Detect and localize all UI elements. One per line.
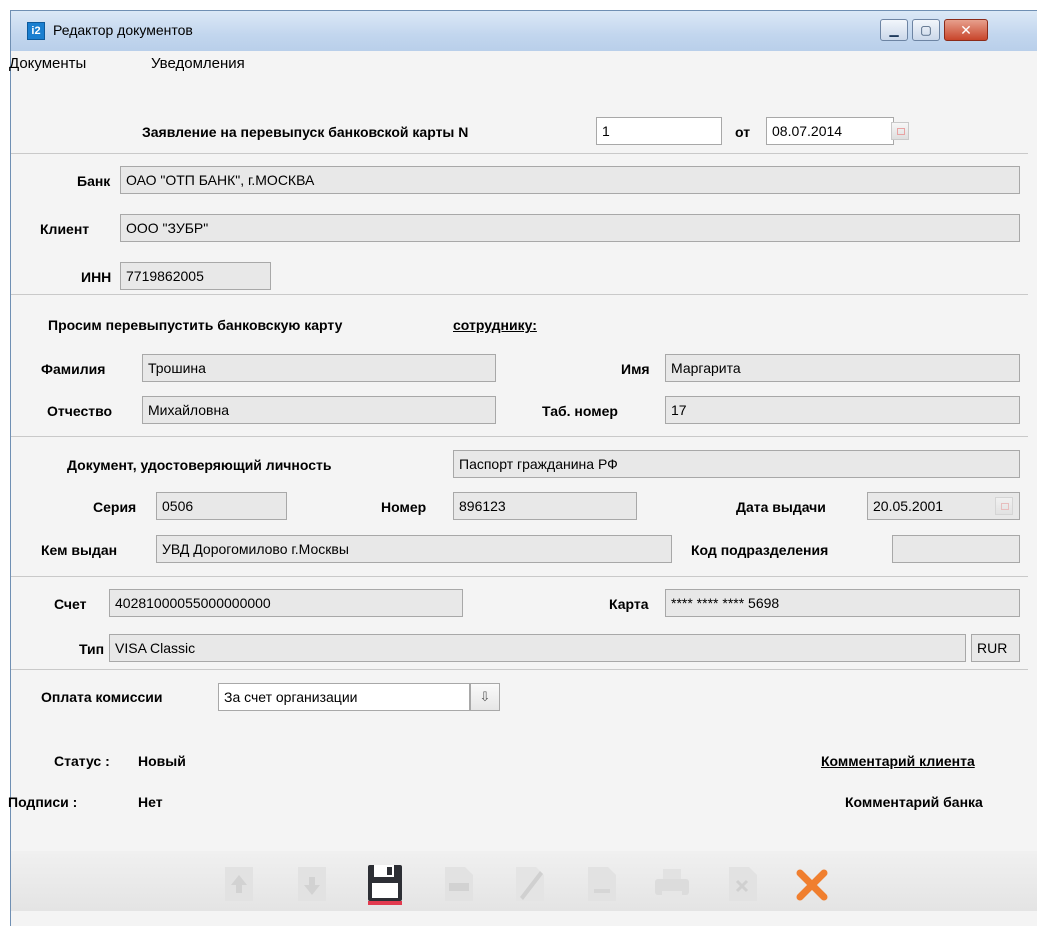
patronymic-label: Отчество [47, 403, 113, 419]
dept-code-label: Код подразделения [691, 542, 829, 558]
currency-field: RUR [971, 634, 1020, 662]
identity-doc-field: Паспорт гражданина РФ [453, 450, 1020, 478]
edit-icon[interactable] [510, 861, 550, 907]
dept-code-field [892, 535, 1020, 563]
menu-notifications[interactable]: Уведомления [151, 55, 245, 72]
separator [11, 153, 1028, 154]
chevron-down-icon[interactable]: ⇩ [470, 683, 500, 711]
surname-field: Трошина [142, 354, 496, 382]
card-label: Карта [609, 596, 649, 612]
series-field: 0506 [156, 492, 287, 520]
separator [11, 669, 1028, 670]
menu-bar: Документы Уведомления [9, 51, 1037, 77]
surname-label: Фамилия [41, 361, 106, 377]
tab-number-label: Таб. номер [542, 403, 618, 419]
separator [11, 436, 1028, 437]
account-field: 40281000055000000000 [109, 589, 463, 617]
close-icon[interactable] [792, 861, 832, 907]
maximize-button[interactable]: ▢ [912, 19, 940, 41]
signatures-label: Подписи : [8, 794, 78, 810]
status-label: Статус : [54, 753, 110, 769]
tab-number-field: 17 [665, 396, 1020, 424]
bank-label: Банк [77, 173, 111, 189]
minimize-button[interactable]: ▁ [880, 19, 908, 41]
title-bar: i2 Редактор документов ▁ ▢ ✕ [11, 11, 1037, 52]
save-icon[interactable] [365, 861, 405, 907]
bank-field: ОАО "ОТП БАНК", г.МОСКВА [120, 166, 1020, 194]
document-date-input[interactable]: 08.07.2014 [766, 117, 894, 145]
import-icon[interactable] [439, 861, 479, 907]
print-icon[interactable] [652, 861, 692, 907]
separator [11, 576, 1028, 577]
inn-field: 7719862005 [120, 262, 271, 290]
commission-label: Оплата комиссии [41, 689, 163, 705]
issue-date-label: Дата выдачи [736, 499, 826, 515]
minimize-icon: ▁ [889, 23, 899, 37]
close-icon: ✕ [960, 22, 972, 38]
arrow-up-icon[interactable] [221, 861, 261, 907]
arrow-down-icon[interactable] [294, 861, 334, 907]
card-type-field: VISA Classic [109, 634, 966, 662]
card-number-field: **** **** **** 5698 [665, 589, 1020, 617]
request-text: Просим перевыпустить банковскую карту [48, 317, 343, 333]
bank-comment-link[interactable]: Комментарий банка [845, 794, 983, 810]
delete-doc-icon[interactable] [723, 861, 763, 907]
commission-select[interactable]: За счет организации [218, 683, 470, 711]
window-title: Редактор документов [53, 22, 193, 38]
issued-by-label: Кем выдан [41, 542, 118, 558]
issued-by-field: УВД Дорогомилово г.Москвы [156, 535, 672, 563]
copy-icon[interactable] [582, 861, 622, 907]
number-label: Номер [381, 499, 427, 515]
series-label: Серия [93, 499, 137, 515]
patronymic-field: Михайловна [142, 396, 496, 424]
account-label: Счет [54, 596, 87, 612]
separator [11, 294, 1028, 295]
client-field: ООО "ЗУБР" [120, 214, 1020, 242]
status-value: Новый [138, 753, 186, 769]
client-comment-link[interactable]: Комментарий клиента [821, 753, 975, 769]
passport-number-field: 896123 [453, 492, 637, 520]
document-title: Заявление на перевыпуск банковской карты… [142, 124, 469, 140]
signatures-value: Нет [138, 794, 163, 810]
employee-link[interactable]: сотруднику: [453, 317, 537, 333]
client-label: Клиент [40, 221, 90, 237]
close-window-button[interactable]: ✕ [944, 19, 988, 41]
menu-documents[interactable]: Документы [9, 55, 86, 72]
document-editor-window: i2 Редактор документов ▁ ▢ ✕ Документы У… [8, 10, 1037, 926]
name-field: Маргарита [665, 354, 1020, 382]
maximize-icon: ▢ [920, 23, 932, 37]
name-label: Имя [621, 361, 650, 377]
inn-label: ИНН [81, 269, 112, 285]
identity-doc-label: Документ, удостоверяющий личность [67, 457, 332, 473]
type-label: Тип [79, 641, 105, 657]
date-label: от [735, 124, 751, 140]
calendar-icon [995, 497, 1013, 515]
document-number-input[interactable]: 1 [596, 117, 722, 145]
calendar-icon[interactable] [891, 122, 909, 140]
app-icon: i2 [27, 22, 45, 40]
